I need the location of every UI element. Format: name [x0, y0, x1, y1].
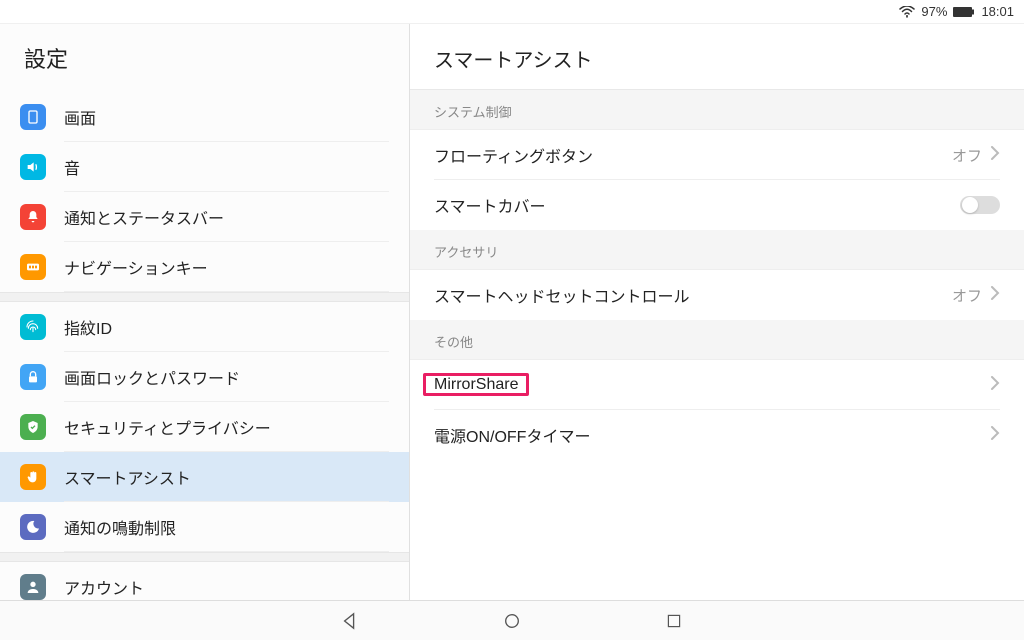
settings-row[interactable]: フローティングボタンオフ	[410, 130, 1024, 180]
sidebar-group-gap	[0, 292, 409, 302]
settings-sidebar: 設定 画面音通知とステータスバーナビゲーションキー指紋ID 画面ロックとパスワード…	[0, 24, 410, 600]
section-header: システム制御	[410, 90, 1024, 130]
sidebar-item-hand[interactable]: スマートアシスト	[0, 452, 409, 502]
sidebar-item-label: アカウント	[64, 575, 389, 599]
sidebar-item-label: 画面ロックとパスワード	[64, 365, 389, 389]
display-icon	[20, 104, 46, 130]
row-label: スマートカバー	[434, 193, 960, 217]
account-icon	[20, 574, 46, 600]
sidebar-item-label: ナビゲーションキー	[64, 255, 389, 279]
sidebar-item-navkey[interactable]: ナビゲーションキー	[0, 242, 409, 292]
row-label: 電源ON/OFFタイマー	[434, 423, 990, 447]
sidebar-title: 設定	[0, 24, 409, 92]
row-value: オフ	[952, 285, 982, 306]
chevron-right-icon	[990, 146, 1000, 165]
content-title: スマートアシスト	[410, 24, 1024, 90]
toggle-switch[interactable]	[960, 196, 1000, 214]
content-pane: スマートアシスト システム制御フローティングボタンオフスマートカバーアクセサリス…	[410, 24, 1024, 600]
shield-icon	[20, 414, 46, 440]
sidebar-group-gap	[0, 552, 409, 562]
chevron-right-icon	[990, 426, 1000, 445]
bell-icon	[20, 204, 46, 230]
home-button[interactable]	[501, 610, 523, 632]
settings-row[interactable]: 電源ON/OFFタイマー	[410, 410, 1024, 460]
sound-icon	[20, 154, 46, 180]
back-button[interactable]	[339, 610, 361, 632]
row-label: フローティングボタン	[434, 143, 952, 167]
sidebar-item-account[interactable]: アカウント	[0, 562, 409, 600]
sidebar-item-label: 画面	[64, 105, 389, 129]
sidebar-item-label: 通知の鳴動制限	[64, 515, 389, 539]
fingerprint-icon	[20, 314, 46, 340]
moon-icon	[20, 514, 46, 540]
section-header: その他	[410, 320, 1024, 360]
wifi-icon	[899, 6, 915, 18]
sidebar-item-label: スマートアシスト	[64, 465, 389, 489]
sidebar-item-label: 指紋ID	[64, 315, 389, 339]
chevron-right-icon	[990, 286, 1000, 305]
lock-icon	[20, 364, 46, 390]
android-navbar	[0, 600, 1024, 640]
settings-row[interactable]: スマートカバー	[410, 180, 1024, 230]
settings-row[interactable]: MirrorShare	[410, 360, 1024, 410]
status-bar: 97% 18:01	[0, 0, 1024, 24]
row-label: MirrorShare	[434, 376, 990, 394]
sidebar-item-bell[interactable]: 通知とステータスバー	[0, 192, 409, 242]
sidebar-item-label: セキュリティとプライバシー	[64, 415, 389, 439]
row-label: スマートヘッドセットコントロール	[434, 283, 952, 307]
section-header: アクセサリ	[410, 230, 1024, 270]
navkey-icon	[20, 254, 46, 280]
sidebar-item-lock[interactable]: 画面ロックとパスワード	[0, 352, 409, 402]
recent-button[interactable]	[663, 610, 685, 632]
settings-row[interactable]: スマートヘッドセットコントロールオフ	[410, 270, 1024, 320]
sidebar-item-fingerprint[interactable]: 指紋ID	[0, 302, 409, 352]
sidebar-item-sound[interactable]: 音	[0, 142, 409, 192]
sidebar-item-label: 通知とステータスバー	[64, 205, 389, 229]
chevron-right-icon	[990, 376, 1000, 395]
sidebar-item-shield[interactable]: セキュリティとプライバシー	[0, 402, 409, 452]
sidebar-item-display[interactable]: 画面	[0, 92, 409, 142]
sidebar-item-moon[interactable]: 通知の鳴動制限	[0, 502, 409, 552]
hand-icon	[20, 464, 46, 490]
sidebar-item-label: 音	[64, 155, 389, 179]
battery-icon	[953, 6, 975, 18]
row-value: オフ	[952, 145, 982, 166]
battery-percent: 97%	[921, 4, 947, 19]
clock: 18:01	[981, 4, 1014, 19]
